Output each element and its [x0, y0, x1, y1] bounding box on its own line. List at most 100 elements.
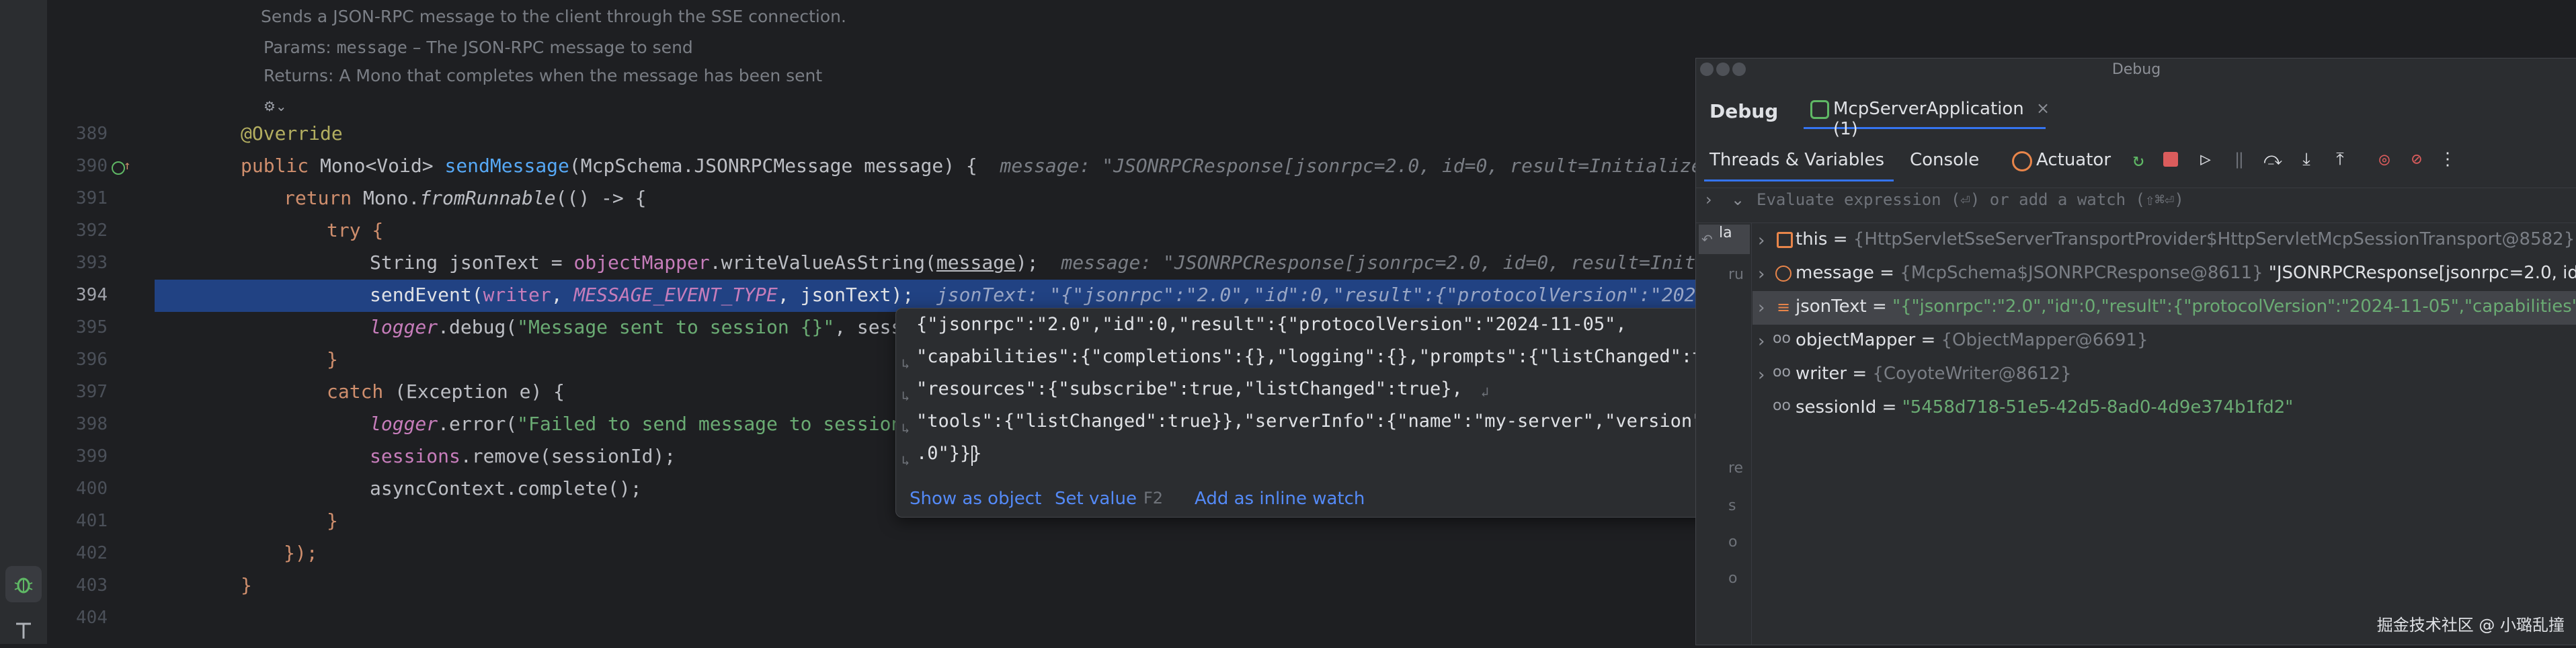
add-inline-watch-link[interactable]: Add as inline watch	[1195, 489, 1365, 509]
field-sessions: sessions	[370, 445, 460, 467]
mono-ref: Mono.	[363, 187, 420, 209]
var-type: {CoyoteWriter@8612}	[1872, 364, 2072, 384]
debug-window[interactable]: Debug Debug McpServerApplication (1) × T…	[1695, 58, 2576, 645]
variable-row-selected[interactable]: › ≡ jsonText = "{"jsonrpc":"2.0","id":0,…	[1753, 291, 2576, 325]
call-remove: .remove(sessionId);	[460, 445, 676, 467]
set-value-link[interactable]: Set value	[1055, 489, 1137, 509]
code-line-392: try {	[327, 219, 383, 241]
active-tab-underline	[1704, 179, 1894, 181]
variable-row[interactable]: oo sessionId = "5458d718-51e5-42d5-8ad0-…	[1753, 392, 2576, 426]
variables-pane[interactable]: › this = {HttpServletSseServerTransportP…	[1753, 224, 2576, 645]
soft-wrap-continue-icon: ↳	[901, 452, 910, 469]
method-fromrunnable: fromRunnable	[419, 187, 556, 209]
implements-method-icon[interactable]	[112, 161, 125, 175]
code-line-400: asyncContext.complete();	[370, 477, 642, 499]
local-variable-icon: ≡	[1777, 298, 1791, 317]
frame-item[interactable]: o	[1728, 534, 1737, 551]
step-over-icon[interactable]: ⤼	[2261, 147, 2285, 171]
expand-arrow-icon[interactable]: ›	[1758, 231, 1765, 251]
tab-console[interactable]: Console	[1910, 150, 1979, 170]
line-number: 402	[76, 543, 108, 563]
method-close: }	[241, 574, 252, 596]
window-title: Debug	[2111, 61, 2161, 78]
expand-arrow-icon[interactable]: ›	[1758, 331, 1765, 352]
mute-breakpoints-icon[interactable]: ⊘	[2405, 147, 2429, 171]
line-number: 396	[76, 350, 108, 370]
variable-row[interactable]: › this = {HttpServletSseServerTransportP…	[1753, 224, 2576, 257]
text-caret	[971, 446, 973, 466]
step-into-icon[interactable]: ⤓	[2294, 147, 2319, 171]
spring-boot-app-icon	[1810, 100, 1829, 119]
popup-line-1: {"jsonrpc":"2.0","id":0,"result":{"proto…	[916, 314, 1627, 335]
frames-pane[interactable]: la ↶ ru re s o o	[1696, 223, 1752, 645]
debug-bug-icon[interactable]	[5, 566, 42, 602]
type-void: <Void>	[365, 155, 445, 177]
frames-collapse-icon[interactable]: ›	[1705, 190, 1712, 209]
string-message-sent: "Message sent to session {}"	[517, 316, 835, 338]
frames-expand-icon[interactable]: ⌄	[1731, 190, 1744, 209]
variable-row[interactable]: › message = {McpSchema$JSONRPCResponse@8…	[1753, 257, 2576, 291]
field-logger-2: logger	[370, 413, 438, 435]
code-line-396: }	[327, 348, 338, 370]
variable-row[interactable]: › oo objectMapper = {ObjectMapper@6691}	[1753, 325, 2576, 358]
var-value: "JSONRPCResponse[jsonrpc=2.0, id=	[2263, 263, 2576, 283]
show-as-object-link[interactable]: Show as object	[910, 489, 1041, 509]
line-number: 391	[76, 188, 108, 208]
stop-icon[interactable]	[2159, 147, 2183, 171]
value-popup[interactable]: {"jsonrpc":"2.0","id":0,"result":{"proto…	[895, 308, 1771, 518]
expand-arrow-icon[interactable]: ›	[1758, 365, 1765, 385]
brace-close-2: }	[327, 510, 338, 532]
close-tab-icon[interactable]: ×	[2036, 99, 2050, 118]
code-line-391: return Mono.fromRunnable(() -> {	[284, 187, 646, 209]
override-arrow-icon[interactable]: ↑	[124, 159, 131, 173]
frame-item[interactable]: o	[1728, 570, 1737, 587]
kw-try: try {	[327, 219, 384, 241]
kw-catch: catch	[327, 380, 395, 403]
line-number: 397	[76, 382, 108, 402]
rerun-icon[interactable]: ↻	[2126, 147, 2150, 171]
resume-icon[interactable]: ▷	[2193, 147, 2218, 171]
step-out-icon[interactable]: ⤒	[2328, 147, 2352, 171]
decl-jsontext: String jsonText =	[370, 251, 574, 274]
view-breakpoints-icon[interactable]: ◎	[2372, 147, 2397, 171]
more-options-icon[interactable]: ⋮	[2436, 147, 2460, 171]
expand-arrow-icon[interactable]: ›	[1758, 264, 1765, 284]
tab-threads-variables[interactable]: Threads & Variables	[1709, 150, 1884, 170]
evaluate-input[interactable]: Evaluate expression (⏎) or add a watch (…	[1757, 190, 2184, 209]
line-number: 389	[76, 124, 108, 144]
frame-item[interactable]: s	[1728, 497, 1736, 514]
tab-actuator[interactable]: Actuator	[2036, 150, 2111, 170]
expand-arrow-icon[interactable]: ›	[1758, 298, 1765, 318]
field-writer: writer	[483, 284, 551, 306]
soft-wrap-continue-icon: ↳	[901, 420, 910, 436]
brace-close: }	[327, 348, 338, 370]
line-number: 399	[76, 446, 108, 467]
frame-item[interactable]: ru	[1728, 266, 1744, 283]
method-params: (McpSchema.JSONRPCMessage message) {	[569, 155, 977, 177]
line-number: 398	[76, 414, 108, 434]
var-type: {McpSchema$JSONRPCResponse@8611}	[1900, 263, 2263, 283]
variable-row[interactable]: › oo writer = {CoyoteWriter@8612}	[1753, 358, 2576, 392]
terminal-icon[interactable]	[5, 612, 42, 648]
method-sendmessage: sendMessage	[444, 155, 569, 177]
frame-item[interactable]: re	[1728, 460, 1743, 477]
var-eq: =	[1874, 263, 1900, 283]
pause-icon[interactable]: ‖	[2227, 147, 2251, 171]
field-logger: logger	[370, 316, 438, 338]
var-eq: =	[1866, 296, 1893, 317]
inline-value-message-2: message: "JSONRPCResponse[jsonrpc=2.0, i…	[1061, 251, 1764, 274]
const-message-event-type: MESSAGE_EVENT_TYPE	[573, 284, 778, 306]
string-failed-send: "Failed to send message to session {	[517, 413, 926, 435]
var-asynccontext: asyncContext	[370, 477, 506, 499]
code-line-395: logger.debug("Message sent to session {}…	[370, 316, 925, 338]
line-number: 401	[76, 511, 108, 531]
watermark: 掘金技术社区 @ 小璐乱撞	[2376, 616, 2565, 635]
kw-return: return	[284, 187, 364, 209]
variable-text: this = {HttpServletSseServerTransportPro…	[1796, 229, 2575, 249]
code-line-393: String jsonText = objectMapper.writeValu…	[370, 251, 1764, 274]
lambda-close: });	[284, 542, 318, 564]
session-tab[interactable]: McpServerApplication (1) ×	[1804, 96, 2050, 139]
var-type: {HttpServletSseServerTransportProvider$H…	[1853, 229, 2575, 249]
session-tab-label: McpServerApplication (1)	[1833, 99, 2024, 139]
var-name: objectMapper	[1796, 330, 1916, 350]
